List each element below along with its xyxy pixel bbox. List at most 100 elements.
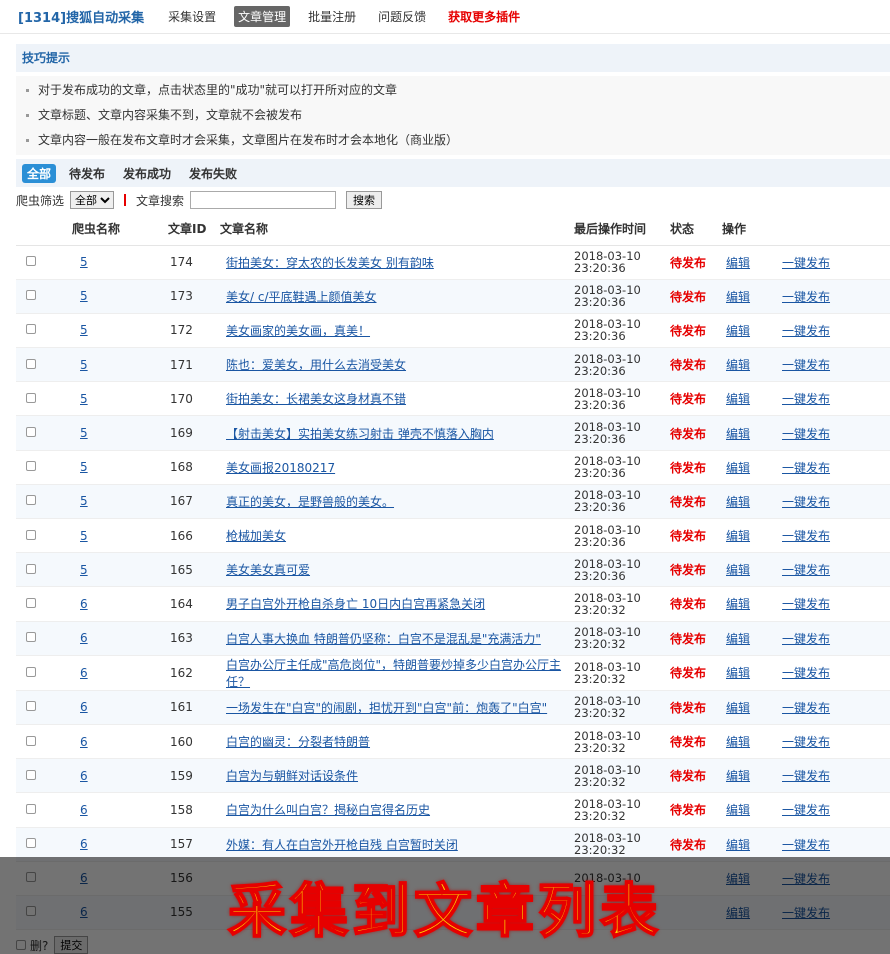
article-title-link[interactable]: 男子白宫外开枪自杀身亡 10日内白宫再紧急关闭: [226, 597, 485, 611]
crawler-link[interactable]: 6: [80, 700, 88, 714]
publish-link[interactable]: 一键发布: [782, 392, 830, 406]
nav-item[interactable]: 文章管理: [234, 6, 291, 27]
article-title-link[interactable]: 美女画家的美女画，真美！: [226, 324, 370, 338]
crawler-link[interactable]: 5: [80, 494, 88, 508]
status-tab[interactable]: 发布成功: [118, 164, 176, 183]
edit-link[interactable]: 编辑: [726, 666, 750, 680]
crawler-link[interactable]: 6: [80, 666, 88, 680]
row-checkbox[interactable]: [26, 769, 36, 780]
row-checkbox[interactable]: [26, 392, 36, 403]
crawler-link[interactable]: 6: [80, 597, 88, 611]
edit-link[interactable]: 编辑: [726, 769, 750, 783]
edit-link[interactable]: 编辑: [726, 803, 750, 817]
row-checkbox[interactable]: [26, 563, 36, 574]
row-checkbox[interactable]: [26, 358, 36, 369]
row-checkbox[interactable]: [26, 735, 36, 746]
article-title-link[interactable]: 【射击美女】实拍美女练习射击 弹壳不慎落入胸内: [226, 427, 494, 441]
crawler-link[interactable]: 6: [80, 803, 88, 817]
article-title-link[interactable]: 白宫为什么叫白宫？揭秘白宫得名历史: [226, 803, 430, 817]
row-checkbox[interactable]: [26, 597, 36, 608]
edit-link[interactable]: 编辑: [726, 427, 750, 441]
nav-item[interactable]: 采集设置: [164, 6, 220, 27]
crawler-link[interactable]: 5: [80, 392, 88, 406]
row-checkbox[interactable]: [26, 290, 36, 301]
row-checkbox[interactable]: [26, 666, 36, 677]
nav-item[interactable]: 问题反馈: [374, 6, 430, 27]
publish-link[interactable]: 一键发布: [782, 427, 830, 441]
row-checkbox[interactable]: [26, 838, 36, 849]
crawler-link[interactable]: 5: [80, 426, 88, 440]
article-title-link[interactable]: 真正的美女，是野兽般的美女。: [226, 495, 394, 509]
article-title-link[interactable]: 陈也：爱美女，用什么去消受美女: [226, 358, 406, 372]
publish-link[interactable]: 一键发布: [782, 701, 830, 715]
crawler-link[interactable]: 5: [80, 529, 88, 543]
edit-link[interactable]: 编辑: [726, 495, 750, 509]
edit-link[interactable]: 编辑: [726, 563, 750, 577]
search-button[interactable]: 搜索: [346, 191, 383, 209]
article-title-link[interactable]: 白宫的幽灵：分裂者特朗普: [226, 735, 370, 749]
row-checkbox[interactable]: [26, 427, 36, 438]
article-title-link[interactable]: 美女画报20180217: [226, 461, 335, 475]
article-title-link[interactable]: 外媒：有人在白宫外开枪自残 白宫暂时关闭: [226, 838, 458, 852]
publish-link[interactable]: 一键发布: [782, 597, 830, 611]
article-title-link[interactable]: 白宫人事大换血 特朗普仍坚称：白宫不是混乱是"充满活力": [226, 632, 541, 646]
row-checkbox[interactable]: [26, 461, 36, 472]
edit-link[interactable]: 编辑: [726, 701, 750, 715]
edit-link[interactable]: 编辑: [726, 529, 750, 543]
article-title-link[interactable]: 白宫办公厅主任成"高危岗位"，特朗普要炒掉多少白宫办公厅主任？: [226, 658, 561, 689]
edit-link[interactable]: 编辑: [726, 256, 750, 270]
crawler-link[interactable]: 5: [80, 460, 88, 474]
publish-link[interactable]: 一键发布: [782, 256, 830, 270]
article-title-link[interactable]: 白宫为与朝鲜对话设条件: [226, 769, 358, 783]
crawler-link[interactable]: 6: [80, 631, 88, 645]
publish-link[interactable]: 一键发布: [782, 358, 830, 372]
crawler-link[interactable]: 5: [80, 323, 88, 337]
search-input[interactable]: [190, 191, 337, 209]
status-tab[interactable]: 全部: [22, 163, 57, 183]
article-title-link[interactable]: 美女美女真可爱: [226, 563, 310, 577]
crawler-link[interactable]: 5: [80, 255, 88, 269]
publish-link[interactable]: 一键发布: [782, 803, 830, 817]
edit-link[interactable]: 编辑: [726, 632, 750, 646]
crawler-link[interactable]: 5: [80, 358, 88, 372]
publish-link[interactable]: 一键发布: [782, 495, 830, 509]
publish-link[interactable]: 一键发布: [782, 461, 830, 475]
app-title[interactable]: [1314]搜狐自动采集: [18, 7, 144, 26]
edit-link[interactable]: 编辑: [726, 461, 750, 475]
publish-link[interactable]: 一键发布: [782, 563, 830, 577]
publish-link[interactable]: 一键发布: [782, 529, 830, 543]
row-checkbox[interactable]: [26, 701, 36, 712]
edit-link[interactable]: 编辑: [726, 358, 750, 372]
crawler-link[interactable]: 5: [80, 563, 88, 577]
edit-link[interactable]: 编辑: [726, 735, 750, 749]
crawler-link[interactable]: 6: [80, 735, 88, 749]
row-checkbox[interactable]: [26, 803, 36, 814]
article-title-link[interactable]: 街拍美女：长裙美女这身材真不错: [226, 392, 406, 406]
nav-item[interactable]: 批量注册: [304, 6, 360, 27]
row-checkbox[interactable]: [26, 495, 36, 506]
edit-link[interactable]: 编辑: [726, 392, 750, 406]
nav-item[interactable]: 获取更多插件: [444, 6, 524, 27]
status-tab[interactable]: 发布失败: [184, 164, 242, 183]
row-checkbox[interactable]: [26, 632, 36, 643]
crawler-link[interactable]: 5: [80, 289, 88, 303]
status-tab[interactable]: 待发布: [64, 164, 110, 183]
article-title-link[interactable]: 美女/ c/平底鞋遇上颜值美女: [226, 290, 377, 304]
publish-link[interactable]: 一键发布: [782, 838, 830, 852]
row-checkbox[interactable]: [26, 529, 36, 540]
article-title-link[interactable]: 街拍美女：穿太农的长发美女 别有韵味: [226, 256, 434, 270]
edit-link[interactable]: 编辑: [726, 324, 750, 338]
edit-link[interactable]: 编辑: [726, 597, 750, 611]
article-title-link[interactable]: 枪械加美女: [226, 529, 286, 543]
publish-link[interactable]: 一键发布: [782, 666, 830, 680]
publish-link[interactable]: 一键发布: [782, 735, 830, 749]
publish-link[interactable]: 一键发布: [782, 290, 830, 304]
crawler-link[interactable]: 6: [80, 837, 88, 851]
publish-link[interactable]: 一键发布: [782, 324, 830, 338]
edit-link[interactable]: 编辑: [726, 838, 750, 852]
row-checkbox[interactable]: [26, 256, 36, 267]
crawler-filter-select[interactable]: 全部: [70, 191, 115, 209]
publish-link[interactable]: 一键发布: [782, 632, 830, 646]
crawler-link[interactable]: 6: [80, 769, 88, 783]
row-checkbox[interactable]: [26, 324, 36, 335]
